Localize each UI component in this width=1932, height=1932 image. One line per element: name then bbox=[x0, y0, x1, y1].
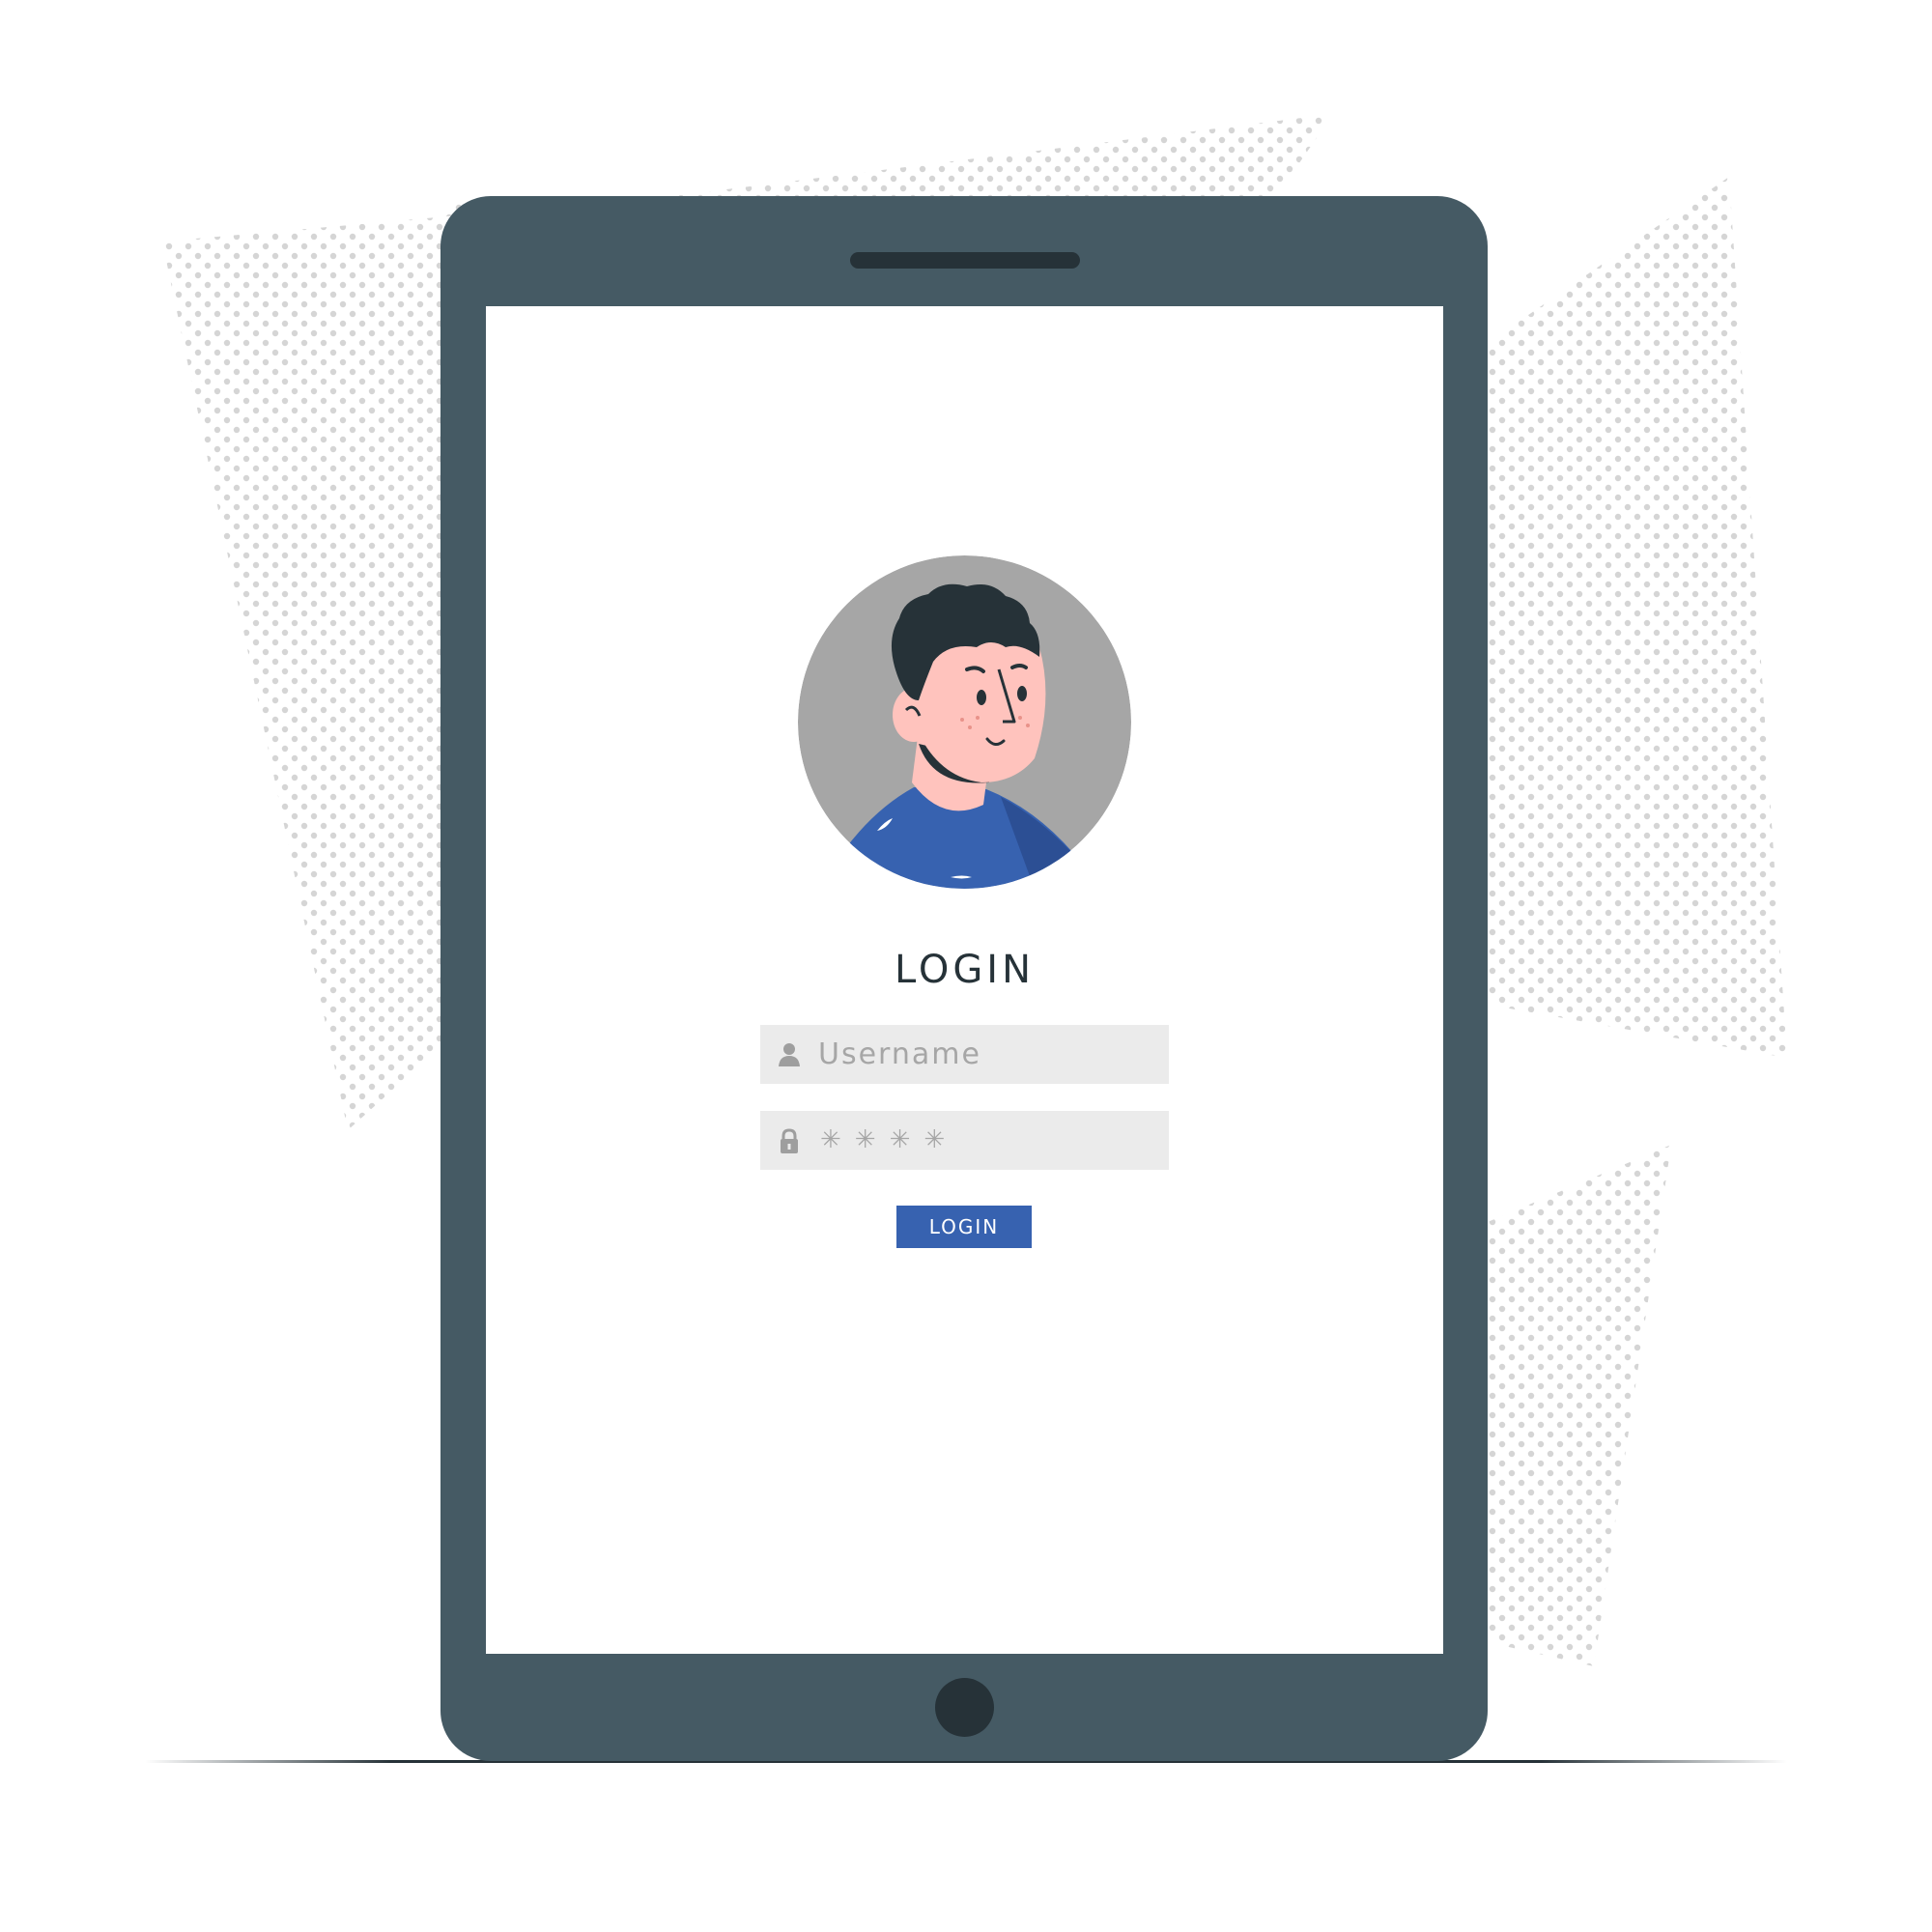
username-field[interactable] bbox=[760, 1025, 1169, 1084]
home-button[interactable] bbox=[935, 1678, 994, 1737]
tablet-device: LOGIN ✳✳✳✳ LOGIN bbox=[440, 196, 1488, 1761]
login-title: LOGIN bbox=[894, 948, 1036, 992]
dot-shape-right-bottom bbox=[1488, 1145, 1671, 1666]
password-field[interactable]: ✳✳✳✳ bbox=[760, 1111, 1169, 1170]
tablet-screen: LOGIN ✳✳✳✳ LOGIN bbox=[486, 306, 1443, 1654]
login-button[interactable]: LOGIN bbox=[896, 1206, 1032, 1248]
dot-shape-right-top bbox=[1488, 177, 1787, 1058]
username-input[interactable] bbox=[818, 1025, 1156, 1084]
lock-icon bbox=[781, 1128, 798, 1153]
tablet-speaker bbox=[850, 252, 1080, 269]
user-icon bbox=[779, 1043, 800, 1066]
password-mask[interactable]: ✳✳✳✳ bbox=[820, 1111, 958, 1170]
user-avatar bbox=[798, 555, 1131, 889]
